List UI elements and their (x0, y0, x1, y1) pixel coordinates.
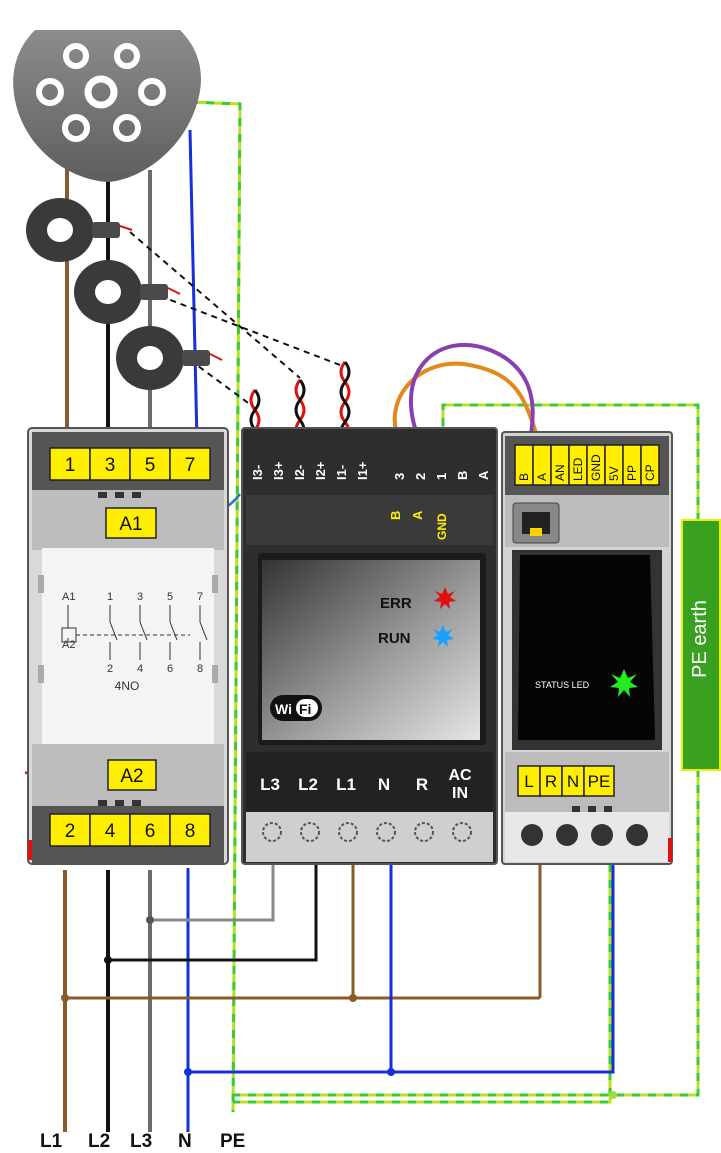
contactor: 1 3 5 7 A1 A1 A2 1 2 3 4 5 6 7 8 4NO A2 2 4 6 8 (27, 427, 229, 865)
meter-io-terminal-3: 3 (392, 473, 407, 480)
coil-label-a1: A1 (119, 514, 142, 535)
schematic-contact-bottom-4: 4 (137, 663, 143, 675)
schematic-contact-bottom-2: 2 (107, 663, 113, 675)
schematic-contact-top-7: 7 (197, 591, 203, 603)
schematic-contact-top-5: 5 (167, 591, 173, 603)
ct-1 (26, 198, 133, 262)
controller-terminal-PP: PP (625, 465, 639, 481)
current-transformers (26, 198, 351, 443)
pe-earth-bar: PE earth (681, 519, 721, 771)
led-label-run: RUN (378, 630, 411, 647)
contactor-terminal-4: 4 (105, 821, 116, 842)
meter-terminal-ac-in-2: IN (452, 785, 468, 802)
contactor-terminal-7: 7 (185, 455, 196, 476)
supply-label-PE: PE (220, 1131, 245, 1152)
controller-terminal-CP: CP (643, 464, 657, 481)
supply-labels: L1 L2 L3 N PE (40, 1131, 245, 1152)
controller-terminal-5V: 5V (607, 466, 621, 481)
sub-label-a: A (410, 510, 425, 520)
wire-meter-l3 (150, 862, 275, 922)
ev-controller: B A AN LED GND 5V PP CP STATUS LED L R N PE (501, 431, 673, 865)
meter-terminal-L1: L1 (336, 775, 356, 794)
controller-terminal-AN: AN (553, 464, 567, 481)
led-label-err: ERR (380, 595, 412, 612)
wiring-diagram: 1357 A1 A1 A2 12345678 4NO A2 2468 I3- I3… (13, 30, 721, 1152)
schematic-a2: A2 (62, 639, 75, 651)
controller-terminal-A: A (535, 473, 549, 481)
controller-terminal-GND: GND (589, 454, 603, 481)
meter-ct-terminal-I3-: I3- (250, 465, 265, 480)
controller-terminal-PE: PE (588, 772, 611, 791)
supply-label-L3: L3 (130, 1131, 152, 1152)
meter-ct-terminal-I3+: I3+ (271, 461, 286, 480)
pe-earth-label: PE earth (689, 600, 711, 678)
schematic-contact-bottom-8: 8 (197, 663, 203, 675)
meter-terminal-ac-in-1: AC (448, 767, 472, 784)
supply-label-L1: L1 (40, 1131, 63, 1152)
sub-label-b: B (388, 511, 403, 520)
status-led-label: STATUS LED (535, 680, 590, 690)
supply-label-N: N (178, 1131, 192, 1152)
meter-terminal-R: R (416, 775, 428, 794)
controller-terminal-LED: LED (571, 457, 585, 481)
wifi-text-fi: Fi (299, 701, 311, 717)
controller-terminal-B: B (517, 473, 531, 481)
meter-terminal-N: N (378, 775, 390, 794)
contactor-terminal-8: 8 (185, 821, 196, 842)
supply-label-L2: L2 (88, 1131, 110, 1152)
contactor-terminal-3: 3 (105, 455, 116, 476)
wire-n-bus (188, 860, 615, 1074)
schematic-contact-top-1: 1 (107, 591, 113, 603)
meter-io-terminal-A: A (476, 470, 491, 480)
meter-ct-terminal-I1-: I1- (334, 465, 349, 480)
ct-2 (74, 260, 181, 324)
meter-terminal-L3: L3 (260, 775, 280, 794)
wifi-text-wi: Wi (275, 701, 292, 717)
schematic-contact-bottom-6: 6 (167, 663, 173, 675)
contactor-terminal-2: 2 (65, 821, 76, 842)
wifi-logo-icon: Wi Fi (270, 695, 322, 721)
ct-3 (116, 326, 223, 390)
controller-terminal-N: N (567, 772, 579, 791)
controller-terminal-L: L (524, 772, 533, 791)
meter-io-terminal-1: 1 (434, 473, 449, 480)
meter-io-terminal-2: 2 (413, 473, 428, 480)
meter-ct-terminal-I2-: I2- (292, 465, 307, 480)
schematic-contact-top-3: 3 (137, 591, 143, 603)
meter-io-terminal-B: B (455, 471, 470, 480)
rj-jack-icon (512, 502, 560, 544)
wire-meter-l2 (108, 862, 318, 962)
contactor-terminal-6: 6 (145, 821, 156, 842)
type2-plug-icon (13, 30, 201, 182)
contactor-terminal-1: 1 (65, 455, 76, 476)
energy-meter: I3- I3+ I2- I2+ I1- I1+ 321BA B A GND ERR RUN… (241, 427, 498, 865)
contactor-terminal-5: 5 (145, 455, 156, 476)
meter-ct-terminal-I1+: I1+ (355, 461, 370, 480)
controller-terminal-R: R (545, 772, 557, 791)
sub-label-gnd: GND (435, 513, 449, 540)
wire-plug-n-blue (188, 129, 199, 443)
meter-ct-terminal-I2+: I2+ (313, 461, 328, 480)
meter-terminal-L2: L2 (298, 775, 318, 794)
schematic-type: 4NO (115, 679, 140, 693)
schematic-a1: A1 (62, 591, 75, 603)
coil-label-a2: A2 (120, 766, 143, 787)
